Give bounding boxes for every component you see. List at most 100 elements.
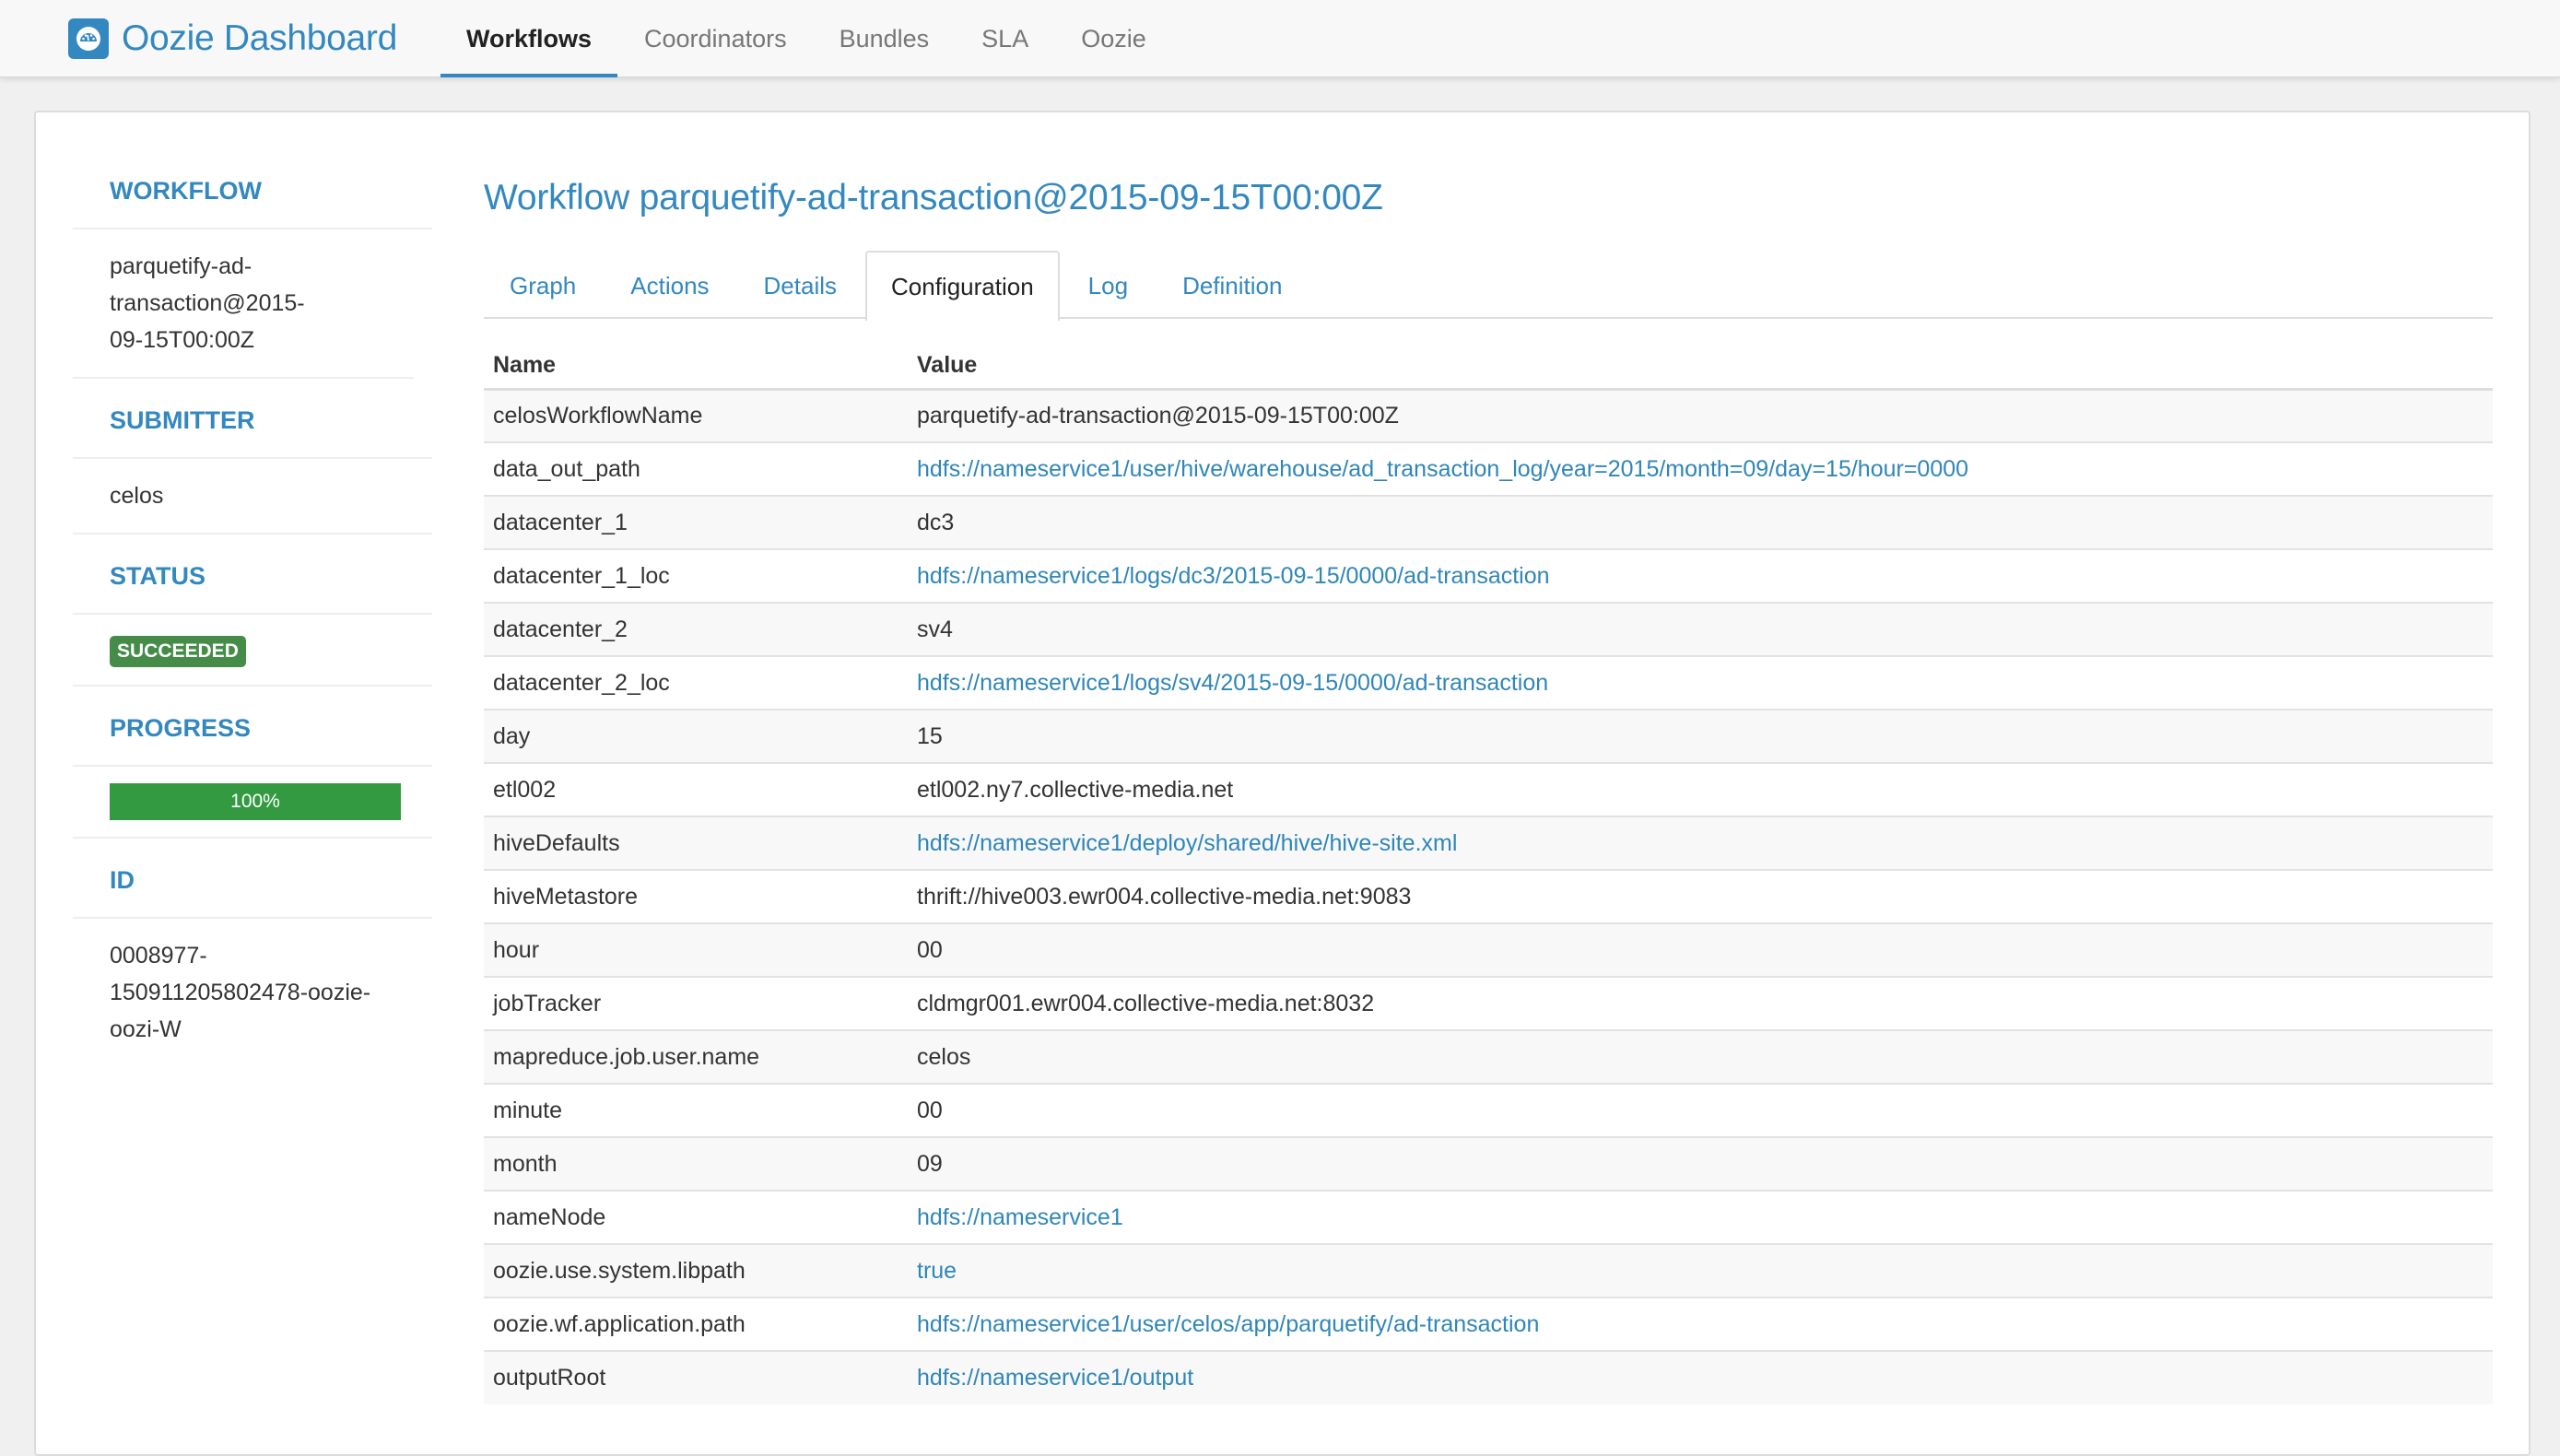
config-value-link[interactable]: hdfs://nameservice1	[917, 1204, 1123, 1230]
config-value-link[interactable]: hdfs://nameservice1/logs/dc3/2015-09-15/…	[917, 563, 1550, 589]
id-label: ID	[73, 839, 432, 919]
status-cell: SUCCEEDED	[73, 615, 432, 687]
workflow-name: parquetify-ad-transaction@2015-09-15T00:…	[73, 229, 414, 379]
config-value-link[interactable]: true	[917, 1258, 957, 1284]
table-row: hiveDefaults hdfs://nameservice1/deploy/s…	[484, 816, 2493, 870]
submitter-value: celos	[73, 459, 432, 534]
table-row: datacenter_2_loc hdfs://nameservice1/logs…	[484, 655, 2493, 710]
main-nav: Workflows Coordinators Bundles SLA Oozie	[440, 0, 1173, 77]
table-row: nameNode hdfs://nameservice1	[484, 1190, 2493, 1244]
brand-name: Oozie Dashboard	[122, 18, 398, 58]
config-value-cell: hdfs://nameservice1	[908, 1190, 2493, 1244]
submitter-label: SUBMITTER	[73, 379, 432, 459]
nav-coordinators[interactable]: Coordinators	[618, 0, 813, 77]
status-label: STATUS	[73, 534, 432, 615]
brand-link[interactable]: Oozie Dashboard	[68, 18, 397, 59]
config-value-link[interactable]: hdfs://nameservice1/user/celos/app/parqu…	[917, 1311, 1539, 1337]
config-name: month	[484, 1136, 908, 1191]
config-value-link[interactable]: hdfs://nameservice1/output	[917, 1365, 1193, 1391]
tab-definition[interactable]: Definition	[1157, 251, 1308, 319]
progress-bar: 100%	[110, 783, 401, 820]
config-value-cell: hdfs://nameservice1/deploy/shared/hive/h…	[908, 816, 2493, 870]
config-name: celosWorkflowName	[484, 388, 908, 442]
config-name: jobTracker	[484, 976, 908, 1030]
workflow-id: 0008977-150911205802478-oozie-oozi-W	[110, 943, 371, 1042]
page-title: Workflow parquetify-ad-transaction@2015-…	[484, 178, 1383, 217]
config-value: 09	[908, 1136, 2493, 1191]
workflow-tabs: Graph Actions Details Configuration Log …	[484, 251, 2493, 321]
table-row: day 15	[484, 709, 2493, 763]
main-panel: Workflow parquetify-ad-transaction@2015-…	[484, 149, 2493, 1404]
config-value-cell: hdfs://nameservice1/logs/dc3/2015-09-15/…	[908, 548, 2493, 603]
config-value-link[interactable]: hdfs://nameservice1/user/hive/warehouse/…	[917, 456, 1968, 482]
config-name: mapreduce.job.user.name	[484, 1029, 908, 1084]
table-row: oozie.wf.application.path hdfs://nameserv…	[484, 1297, 2493, 1351]
config-value: sv4	[908, 602, 2493, 656]
tab-configuration[interactable]: Configuration	[865, 251, 1060, 321]
config-value-link[interactable]: hdfs://nameservice1/logs/sv4/2015-09-15/…	[917, 670, 1548, 696]
table-row: datacenter_1 dc3	[484, 495, 2493, 549]
config-name: minute	[484, 1083, 908, 1137]
table-row: hiveMetastore thrift://hive003.ewr004.col…	[484, 869, 2493, 923]
workflow-sidebar: WORKFLOW parquetify-ad-transaction@2015-…	[73, 149, 432, 1066]
config-name: datacenter_2	[484, 602, 908, 656]
status-badge: SUCCEEDED	[110, 636, 246, 667]
tab-log[interactable]: Log	[1063, 251, 1154, 319]
config-value: celos	[908, 1029, 2493, 1084]
config-value-cell: hdfs://nameservice1/logs/sv4/2015-09-15/…	[908, 655, 2493, 710]
config-name: hiveMetastore	[484, 869, 908, 923]
config-name: outputRoot	[484, 1350, 908, 1404]
config-value-link[interactable]: hdfs://nameservice1/deploy/shared/hive/h…	[917, 830, 1457, 856]
table-row: datacenter_1_loc hdfs://nameservice1/logs…	[484, 548, 2493, 603]
progress-fill: 100%	[110, 783, 401, 820]
dashboard-gauge-icon	[68, 18, 109, 59]
config-value: 00	[908, 1083, 2493, 1137]
tab-details[interactable]: Details	[738, 251, 863, 319]
table-header-row: Name Value	[484, 343, 2493, 391]
config-value: dc3	[908, 495, 2493, 549]
config-name: oozie.wf.application.path	[484, 1297, 908, 1351]
config-value-cell: true	[908, 1243, 2493, 1297]
config-value: cldmgr001.ewr004.collective-media.net:80…	[908, 976, 2493, 1030]
nav-workflows[interactable]: Workflows	[440, 0, 618, 77]
config-name: hiveDefaults	[484, 816, 908, 870]
config-value-cell: hdfs://nameservice1/output	[908, 1350, 2493, 1404]
table-row: outputRoot hdfs://nameservice1/output	[484, 1350, 2493, 1404]
config-name: datacenter_1_loc	[484, 548, 908, 603]
config-name: etl002	[484, 762, 908, 816]
tab-graph[interactable]: Graph	[484, 251, 602, 319]
nav-bundles[interactable]: Bundles	[814, 0, 956, 77]
nav-oozie[interactable]: Oozie	[1055, 0, 1172, 77]
config-name: hour	[484, 922, 908, 977]
table-row: celosWorkflowName parquetify-ad-transacti…	[484, 388, 2493, 442]
progress-label: PROGRESS	[73, 687, 432, 767]
config-value: thrift://hive003.ewr004.collective-media…	[908, 869, 2493, 923]
config-name: nameNode	[484, 1190, 908, 1244]
column-header-name: Name	[484, 343, 908, 391]
nav-sla[interactable]: SLA	[956, 0, 1054, 77]
table-row: datacenter_2 sv4	[484, 602, 2493, 656]
config-value: 00	[908, 922, 2493, 977]
tab-actions[interactable]: Actions	[605, 251, 734, 319]
progress-cell: 100%	[73, 767, 432, 839]
table-row: mapreduce.job.user.name celos	[484, 1029, 2493, 1084]
content-card: WORKFLOW parquetify-ad-transaction@2015-…	[34, 111, 2531, 1456]
config-name: data_out_path	[484, 441, 908, 496]
table-row: jobTracker cldmgr001.ewr004.collective-me…	[484, 976, 2493, 1030]
table-row: etl002 etl002.ny7.collective-media.net	[484, 762, 2493, 816]
config-value: etl002.ny7.collective-media.net	[908, 762, 2493, 816]
configuration-table-body: celosWorkflowName parquetify-ad-transacti…	[484, 388, 2493, 1404]
config-name: datacenter_1	[484, 495, 908, 549]
config-name: oozie.use.system.libpath	[484, 1243, 908, 1297]
table-row: hour 00	[484, 922, 2493, 977]
config-name: datacenter_2_loc	[484, 655, 908, 710]
table-row: oozie.use.system.libpath true	[484, 1243, 2493, 1297]
config-value: 15	[908, 709, 2493, 763]
workflow-label: WORKFLOW	[73, 149, 432, 229]
table-row: month 09	[484, 1136, 2493, 1191]
config-value-cell: hdfs://nameservice1/user/celos/app/parqu…	[908, 1297, 2493, 1351]
config-name: day	[484, 709, 908, 763]
table-row: data_out_path hdfs://nameservice1/user/hi…	[484, 441, 2493, 496]
config-value: parquetify-ad-transaction@2015-09-15T00:…	[908, 388, 2493, 442]
configuration-table: Name Value celosWorkflowName parquetify-a…	[484, 343, 2493, 1404]
